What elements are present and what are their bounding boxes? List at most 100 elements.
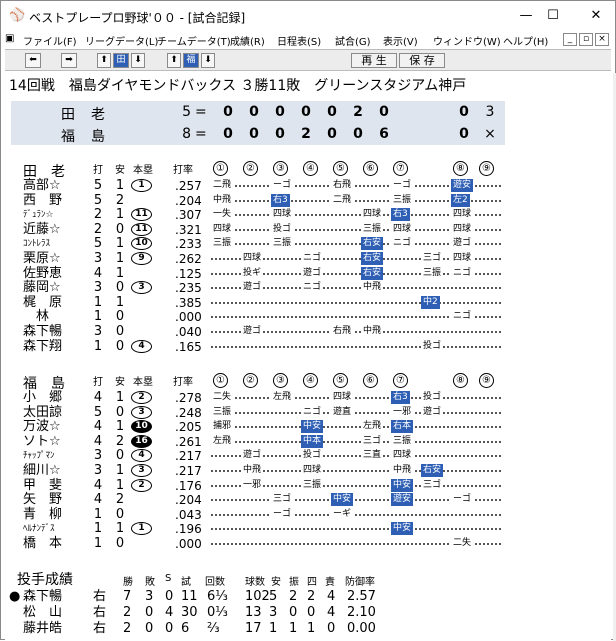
player-name: 佐野恵 (23, 265, 63, 281)
menu-team[interactable]: チームデータ(T) (157, 33, 231, 48)
dotted-line (211, 345, 501, 348)
at-bat-result: 投ゴ (271, 222, 294, 236)
inning-number: ③ (273, 161, 288, 176)
pitcher-w: 7 (123, 589, 132, 604)
at-bat-result: 左2 (451, 193, 470, 207)
team-tab-fukushima[interactable]: 福 (183, 53, 199, 68)
player-name: ｺﾝﾄﾚﾗｽ (23, 239, 51, 250)
player-hr: 3 (131, 281, 152, 295)
scoreboard-runs: 8 (182, 126, 191, 142)
at-bat-result: 三振 (211, 405, 234, 419)
pitcher-era: 2.57 (347, 589, 376, 604)
player-ab: 4 (93, 419, 103, 435)
down-arrow-icon[interactable]: ⬇ (131, 53, 145, 68)
player-ab: 1 (93, 536, 103, 551)
player-row: 藤岡☆ 3 0 3 .235 遊ゴ ニゴ 中飛 (5, 281, 611, 295)
player-h: 1 (115, 390, 125, 405)
player-h: 1 (115, 294, 125, 310)
player-row: ｺﾝﾄﾚﾗｽ 5 1 10 .233 三振 三振 右安 ニゴ 遊ゴ (5, 237, 611, 251)
menu-file[interactable]: ファイル(F) (23, 33, 77, 48)
player-avg: .040 (175, 325, 202, 339)
child-close-button[interactable]: × (595, 33, 609, 46)
menu-window[interactable]: ウィンドウ(W) (433, 33, 501, 48)
at-bat-result: ーギ (331, 507, 354, 521)
player-hr: 4 (131, 339, 152, 353)
dotted-line (211, 440, 501, 443)
save-button[interactable]: 保 存 (399, 53, 445, 68)
player-avg: .204 (175, 193, 202, 208)
inning-number: ③ (273, 373, 288, 388)
dotted-line (211, 528, 501, 531)
player-avg: .321 (175, 222, 202, 237)
player-h: 0 (115, 536, 125, 551)
player-ab: 3 (93, 324, 103, 339)
close-button[interactable]: ✕ (579, 5, 613, 27)
down-arrow-icon[interactable]: ⬇ (201, 53, 215, 68)
player-h: 2 (115, 433, 125, 449)
right-arrow-icon[interactable]: ➡ (61, 53, 77, 68)
menu-schedule[interactable]: 日程表(S) (277, 33, 321, 48)
at-bat-result: 四球 (241, 252, 264, 265)
player-row: 栗原☆ 3 1 9.262 四球 ニゴ 右安 三ゴ 四球 (5, 252, 611, 266)
player-name: 藤岡☆ (23, 280, 61, 296)
player-avg: .261 (175, 434, 202, 449)
player-ab: 5 (93, 178, 103, 193)
at-bat-result: 三振 (271, 237, 294, 251)
player-hr: 10 (131, 237, 152, 251)
inning-number: ⑤ (333, 373, 348, 388)
pitcher-k: 0 (289, 605, 298, 620)
scoreboard-inning: 0 (223, 104, 233, 120)
at-bat-result: 遊ゴ (241, 325, 264, 338)
inning-number: ⑧ (453, 373, 468, 388)
child-minimize-button[interactable]: _ (563, 33, 577, 46)
at-bat-result: 四球 (391, 222, 414, 236)
pitcher-h: 3 (269, 605, 278, 620)
player-ab: 5 (93, 236, 103, 252)
dotted-line (211, 513, 501, 516)
header-h: 安 (115, 377, 125, 388)
menu-records[interactable]: 成績(R) (230, 33, 265, 48)
player-avg: .204 (175, 493, 202, 508)
player-row: 佐野恵 4 1 .125 投ギ 遊ゴ 右安 三振 ニゴ (5, 265, 611, 281)
child-restore-button[interactable]: ▫ (579, 33, 593, 46)
player-name: 栗原☆ (23, 251, 61, 266)
at-bat-result: ーゴ (271, 179, 294, 192)
at-bat-result: 中安 (301, 420, 324, 434)
at-bat-result: 右安 (361, 252, 384, 265)
player-avg: .233 (175, 237, 202, 252)
player-ab: 2 (93, 207, 103, 223)
team-tab-tarou[interactable]: 田 (113, 53, 129, 68)
at-bat-result: 右3 (391, 391, 410, 404)
player-avg: .176 (175, 478, 202, 493)
player-h: 0 (115, 280, 125, 296)
scoreboard-row: 福島 8 = 0 0 0 2 0 0 6 0 × (11, 123, 505, 145)
at-bat-result: 四球 (331, 391, 354, 404)
player-name: 森下翔 (23, 338, 63, 354)
player-h: 1 (115, 477, 125, 493)
player-avg: .278 (175, 391, 202, 405)
player-name: ﾍﾙﾅﾝﾃﾞｽ (23, 524, 55, 535)
header-h: 安 (115, 165, 125, 176)
menu-game[interactable]: 試合(G) (335, 33, 371, 48)
menu-help[interactable]: ヘルプ(H) (503, 33, 548, 48)
pitcher-l: 0 (145, 621, 154, 636)
player-avg: .248 (175, 405, 202, 420)
pitching-header: 回数 (205, 577, 225, 588)
menu-league[interactable]: リーグデータ(L) (85, 33, 158, 48)
player-row: 林 1 0 .000 ニゴ (5, 310, 611, 324)
player-row: 小 郷 4 1 2 .278 二失 左飛 四球 右3 投ゴ (5, 391, 611, 405)
at-bat-result: 三振 (361, 222, 384, 236)
scoreboard-inning: 0 (379, 104, 389, 120)
play-button[interactable]: 再 生 (351, 53, 397, 68)
maximize-button[interactable]: ☐ (536, 5, 570, 27)
at-bat-result: 中安 (391, 522, 414, 536)
at-bat-result: 中本 (301, 434, 324, 448)
player-hr: 16 (131, 434, 152, 448)
at-bat-result: 二失 (451, 537, 474, 550)
scoreboard-inning: 2 (353, 104, 363, 120)
left-arrow-icon[interactable]: ⬅ (25, 53, 41, 68)
up-arrow-icon[interactable]: ⬆ (97, 53, 111, 68)
up-arrow-icon[interactable]: ⬆ (167, 53, 181, 68)
at-bat-result: 三ゴ (421, 252, 444, 265)
menu-view[interactable]: 表示(V) (383, 33, 418, 48)
